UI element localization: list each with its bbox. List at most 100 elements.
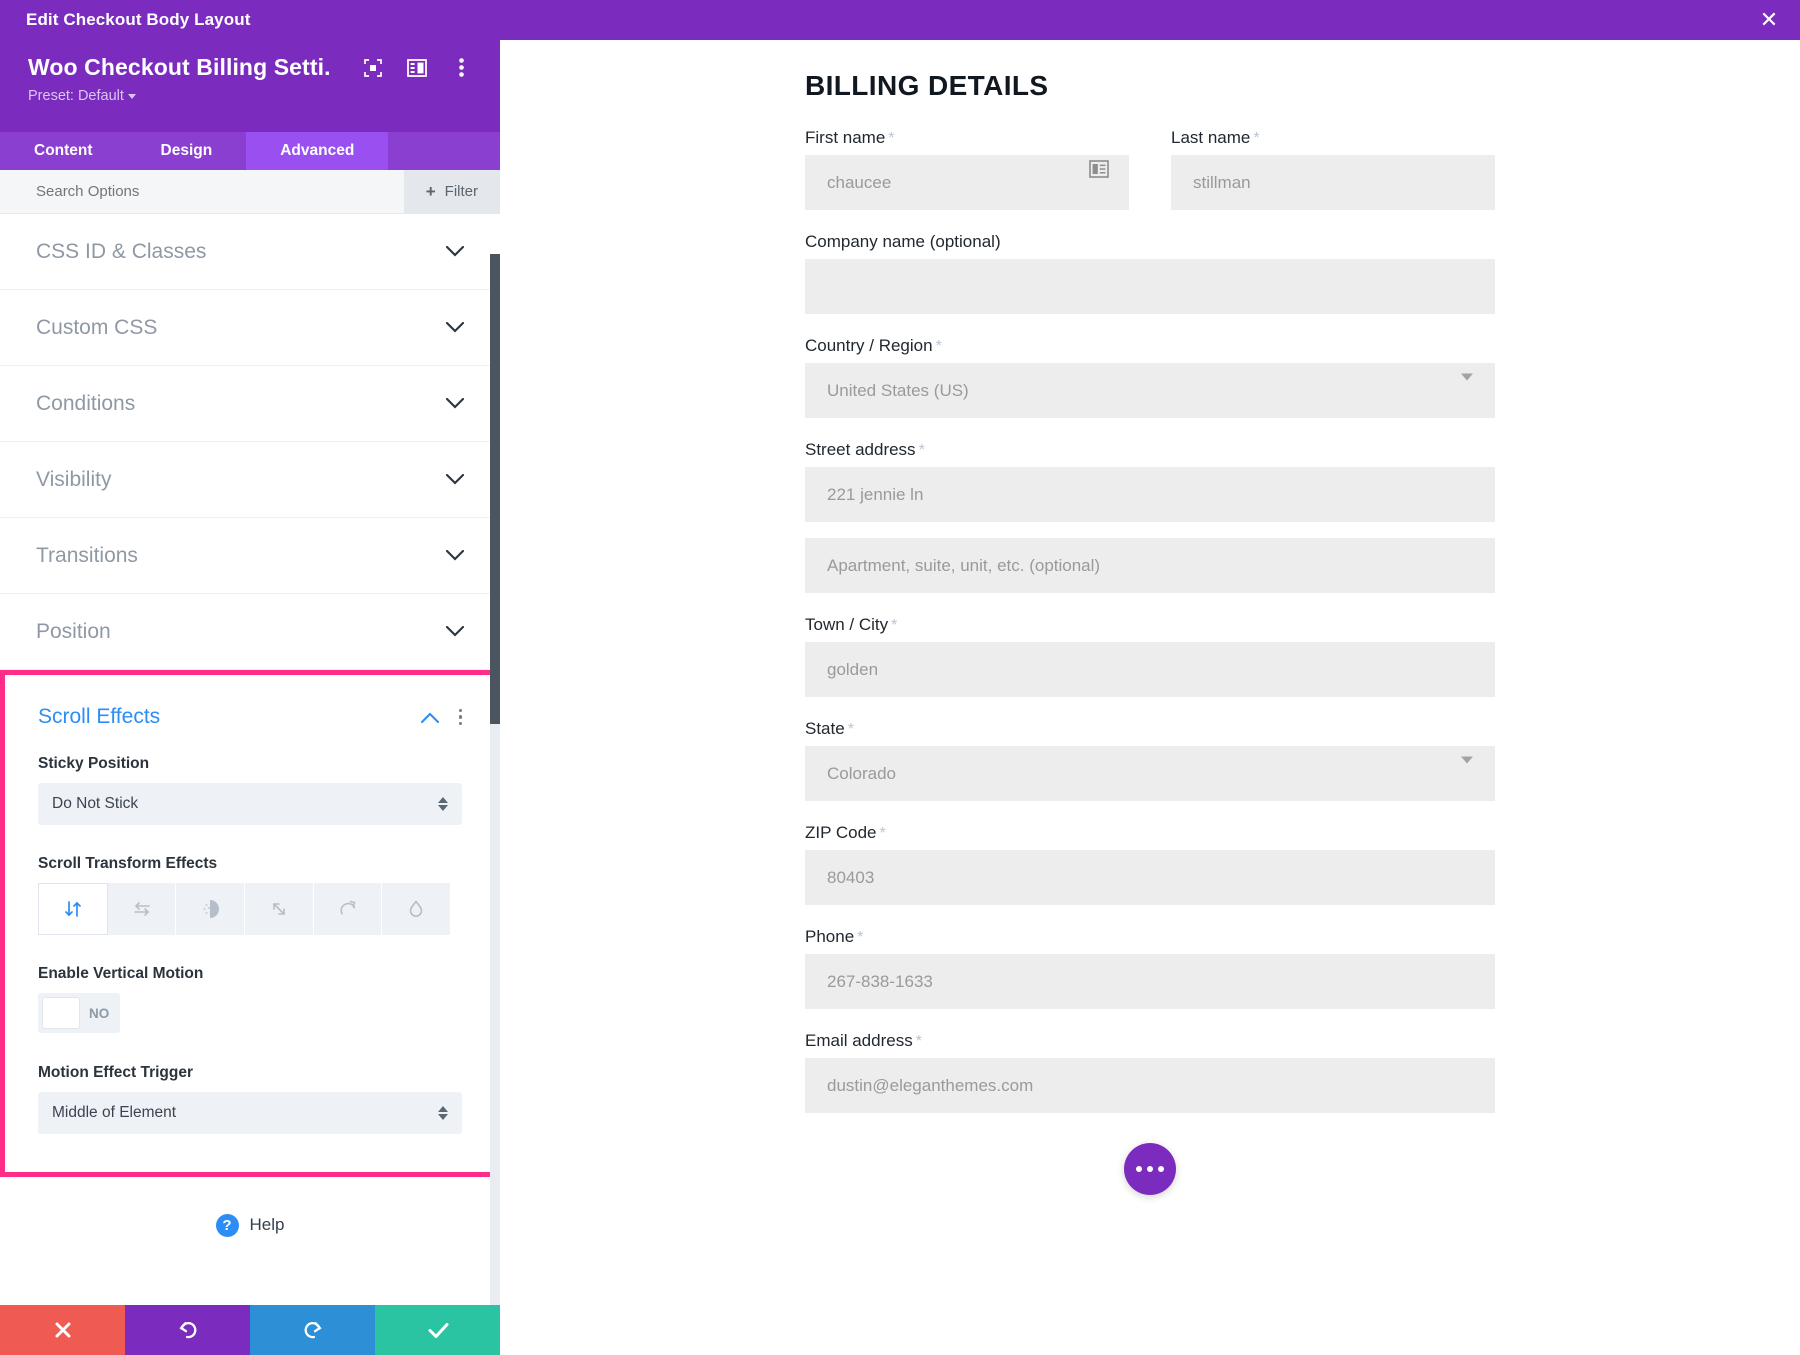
chevron-up-icon[interactable] [420, 712, 439, 723]
state-label: State * [805, 719, 1495, 739]
section-transitions[interactable]: Transitions [0, 518, 500, 594]
more-options-fab[interactable] [1124, 1143, 1176, 1195]
tab-design[interactable]: Design [127, 132, 247, 170]
state-select[interactable] [805, 746, 1495, 801]
street-label: Street address * [805, 440, 1495, 460]
plus-icon: + [425, 181, 436, 201]
last-name-group: Last name * [1171, 128, 1495, 210]
zip-input[interactable] [805, 850, 1495, 905]
section-label: Custom CSS [36, 315, 158, 339]
billing-form: BILLING DETAILS First name* Last name* C… [500, 40, 1495, 1113]
fade-in-out-icon[interactable] [176, 883, 246, 935]
city-input[interactable] [805, 642, 1495, 697]
section-custom-css[interactable]: Custom CSS [0, 290, 500, 366]
page-title: BILLING DETAILS [805, 70, 1049, 101]
chevron-down-icon [446, 626, 464, 637]
rotating-icon[interactable] [313, 883, 383, 935]
street-input[interactable] [805, 467, 1495, 522]
label-text: First name [805, 128, 886, 147]
help-row[interactable]: ? Help [0, 1177, 500, 1273]
email-input[interactable] [805, 1058, 1495, 1113]
label-text: Last name [1171, 128, 1251, 147]
label-text: Country / Region [805, 336, 933, 355]
panel-scrollbar-thumb[interactable] [490, 254, 500, 724]
chevron-down-icon [446, 322, 464, 333]
enable-vertical-motion-toggle[interactable]: NO [38, 993, 120, 1033]
enable-vertical-motion-label: Enable Vertical Motion [38, 965, 204, 982]
city-group: Town / City * [805, 615, 1495, 697]
company-input[interactable] [805, 259, 1495, 314]
scroll-effects-title: Scroll Effects [38, 705, 161, 728]
module-title: Woo Checkout Billing Setti... [28, 54, 330, 80]
last-name-input[interactable] [1171, 155, 1495, 210]
accordion-list: CSS ID & Classes Custom CSS Conditions V… [0, 214, 500, 670]
zip-label: ZIP Code * [805, 823, 1495, 843]
more-vertical-icon[interactable] [458, 708, 462, 726]
chevron-down-icon [446, 398, 464, 409]
country-select[interactable] [805, 363, 1495, 418]
toggle-value: NO [89, 1005, 110, 1021]
settings-panel: Woo Checkout Billing Setti... Preset: De… [0, 40, 500, 1355]
required-marker: * [879, 825, 886, 842]
scroll-transform-label: Scroll Transform Effects [38, 855, 218, 872]
undo-button[interactable] [125, 1305, 250, 1355]
filter-label: Filter [444, 183, 478, 200]
motion-effect-trigger-select[interactable]: Middle of Element [38, 1092, 462, 1134]
ellipsis-icon [1136, 1166, 1142, 1172]
close-icon[interactable]: ✕ [1756, 7, 1782, 33]
horizontal-motion-icon[interactable] [107, 883, 177, 935]
panel-action-bar [0, 1305, 500, 1355]
save-button[interactable] [375, 1305, 500, 1355]
tab-content[interactable]: Content [0, 132, 127, 170]
ellipsis-icon [1158, 1166, 1164, 1172]
app-root: Edit Checkout Body Layout ✕ Woo Checkout… [0, 0, 1800, 1355]
enable-vertical-motion-field: Enable Vertical Motion NO [38, 965, 462, 1034]
section-visibility[interactable]: Visibility [0, 442, 500, 518]
section-label: Visibility [36, 467, 112, 491]
search-input[interactable] [0, 183, 404, 200]
scroll-effects-header[interactable]: Scroll Effects [38, 705, 462, 729]
company-group: Company name (optional) [805, 232, 1495, 314]
email-label: Email address * [805, 1031, 1495, 1051]
first-name-input[interactable] [805, 155, 1129, 210]
layout-panel-icon[interactable] [406, 57, 428, 79]
filter-button[interactable]: + Filter [403, 169, 500, 214]
phone-input[interactable] [805, 954, 1495, 1009]
redo-button[interactable] [250, 1305, 375, 1355]
email-group: Email address * [805, 1031, 1495, 1113]
sticky-position-select[interactable]: Do Not Stick [38, 783, 462, 825]
section-position[interactable]: Position [0, 594, 500, 670]
street2-input[interactable] [805, 538, 1495, 593]
panel-scrollbar-track[interactable] [490, 254, 500, 1355]
label-text: Phone [805, 927, 855, 946]
tab-advanced[interactable]: Advanced [246, 132, 389, 170]
required-marker: * [847, 721, 854, 738]
required-marker: * [888, 130, 895, 147]
stepper-arrows-icon [438, 797, 448, 811]
phone-group: Phone * [805, 927, 1495, 1009]
vertical-motion-icon[interactable] [38, 883, 108, 935]
sticky-position-label: Sticky Position [38, 755, 150, 772]
label-text: ZIP Code [805, 823, 877, 842]
focus-icon[interactable] [362, 57, 384, 79]
sticky-position-value: Do Not Stick [52, 795, 139, 812]
first-name-label: First name * [805, 128, 1129, 148]
panel-header: Woo Checkout Billing Setti... Preset: De… [0, 40, 500, 132]
street2-group [805, 538, 1495, 593]
checkout-preview: BILLING DETAILS First name* Last name* C… [500, 40, 1800, 1355]
preset-selector[interactable]: Preset: Default [28, 88, 472, 104]
section-label: Position [36, 619, 111, 643]
required-marker: * [891, 617, 898, 634]
stepper-arrows-icon [438, 1106, 448, 1120]
cancel-button[interactable] [0, 1305, 125, 1355]
modal-title: Edit Checkout Body Layout [26, 10, 251, 29]
blur-icon[interactable] [382, 883, 451, 935]
motion-effect-trigger-label: Motion Effect Trigger [38, 1064, 193, 1081]
section-conditions[interactable]: Conditions [0, 366, 500, 442]
scaling-up-down-icon[interactable] [245, 883, 314, 935]
section-label: CSS ID & Classes [36, 239, 207, 263]
more-vertical-icon[interactable] [450, 57, 472, 79]
street-group: Street address * [805, 440, 1495, 522]
section-label: Transitions [36, 543, 138, 567]
section-css-id-classes[interactable]: CSS ID & Classes [0, 214, 500, 290]
